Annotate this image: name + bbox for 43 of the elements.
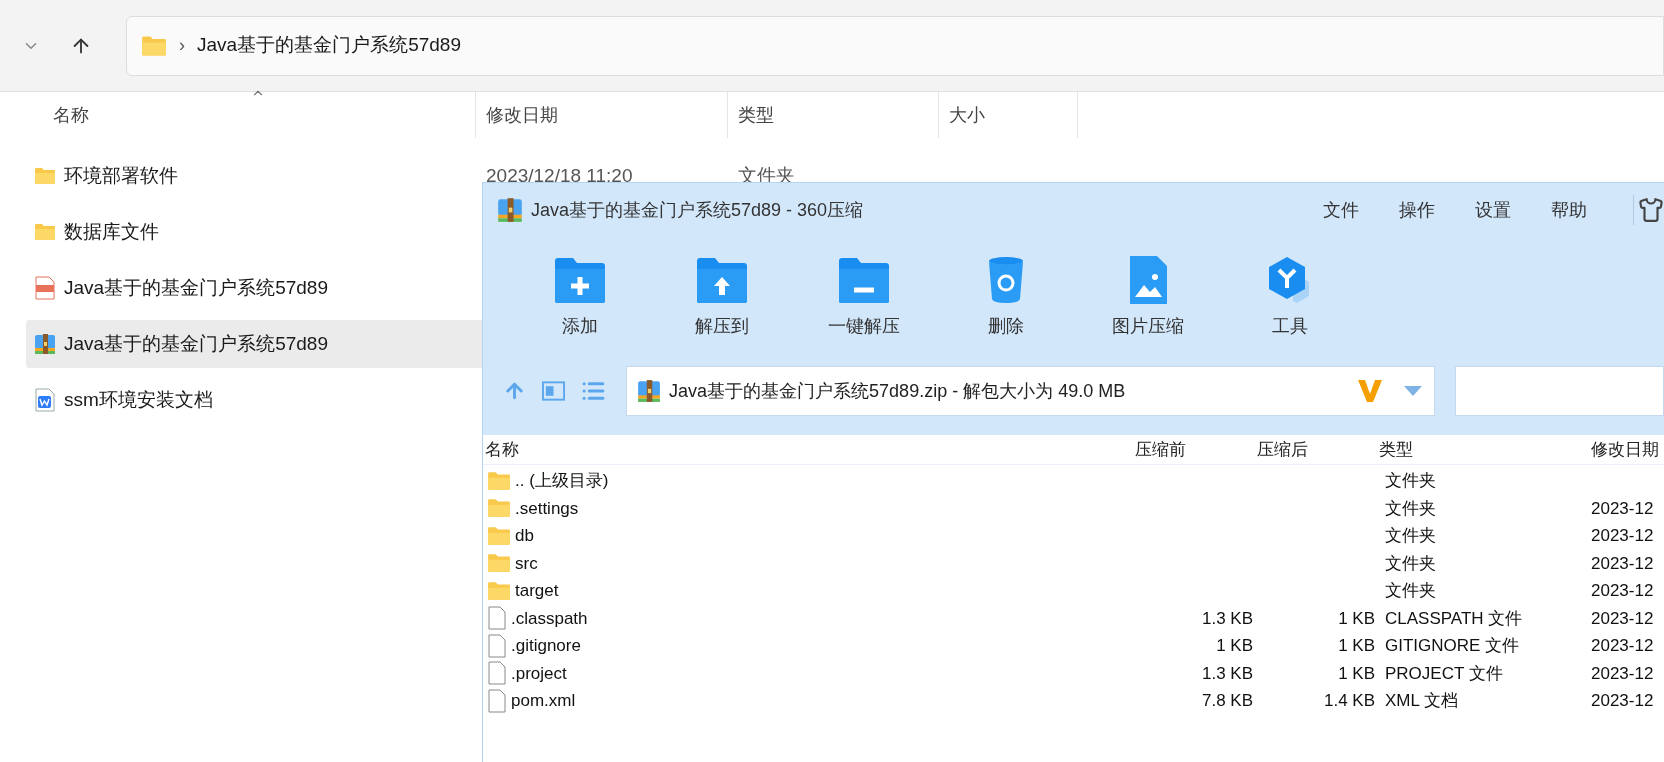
entry-name: .project [511,662,567,685]
entry-name: .classpath [511,607,588,630]
file-name: ssm环境安装文档 [64,387,213,412]
entry-name: src [515,552,538,575]
entry-type: GITIGNORE 文件 [1385,636,1520,655]
entry-name: .settings [515,497,579,520]
entry-name: .gitignore [511,635,581,657]
original-size: 1.3 KB [1201,663,1253,683]
modified-date: 2023-12 [1590,580,1654,602]
file-name: Java基于的基金门户系统57d89 [64,331,328,356]
original-size: 1 KB [1216,636,1253,655]
modified-date: 2023-12 [1590,552,1654,575]
entry-name: .. (上级目录) [515,470,609,492]
file-name: 环境部署软件 [64,163,178,188]
entry-name: db [515,525,534,547]
modified-date: 2023-12 [1590,607,1654,630]
modified-date: 2023/12/18 11:20 [485,163,634,188]
entry-type: 文件夹 [1385,498,1436,518]
modified-date: 2023-12 [1590,635,1654,657]
entry-type: CLASSPATH 文件 [1385,608,1523,628]
entry-name: pom.xml [511,690,576,712]
file-name: 数据库文件 [64,219,159,244]
modified-date: 2023-12 [1590,690,1654,712]
file-name: Java基于的基金门户系统57d89 [64,275,328,300]
entry-type: 文件夹 [1385,581,1436,600]
entry-type: PROJECT 文件 [1385,663,1503,683]
modified-date: 2023-12 [1590,525,1654,547]
compressed-size: 1.4 KB [1323,691,1375,710]
compressed-size: 1 KB [1338,636,1375,655]
entry-type: XML 文档 [1385,691,1459,710]
entry-type: 文件夹 [1385,553,1436,573]
entry-type: 文件夹 [1385,471,1436,490]
modified-date: 2023-12 [1590,497,1654,520]
entry-type: 文件夹 [1385,526,1436,545]
archive-path: Java基于的基金门户系统57d89.zip - 解包大小为 49.0 MB [669,379,1126,403]
compressed-size: 1 KB [1338,663,1375,683]
original-size: 7.8 KB [1201,691,1253,710]
window-title: Java基于的基金门户系统57d89 - 360压缩 [531,198,864,222]
compressed-size: 1 KB [1338,608,1375,628]
breadcrumb-separator: › [179,34,185,57]
original-size: 1.3 KB [1201,608,1253,628]
entry-name: target [515,580,559,602]
modified-date: 2023-12 [1590,662,1654,685]
